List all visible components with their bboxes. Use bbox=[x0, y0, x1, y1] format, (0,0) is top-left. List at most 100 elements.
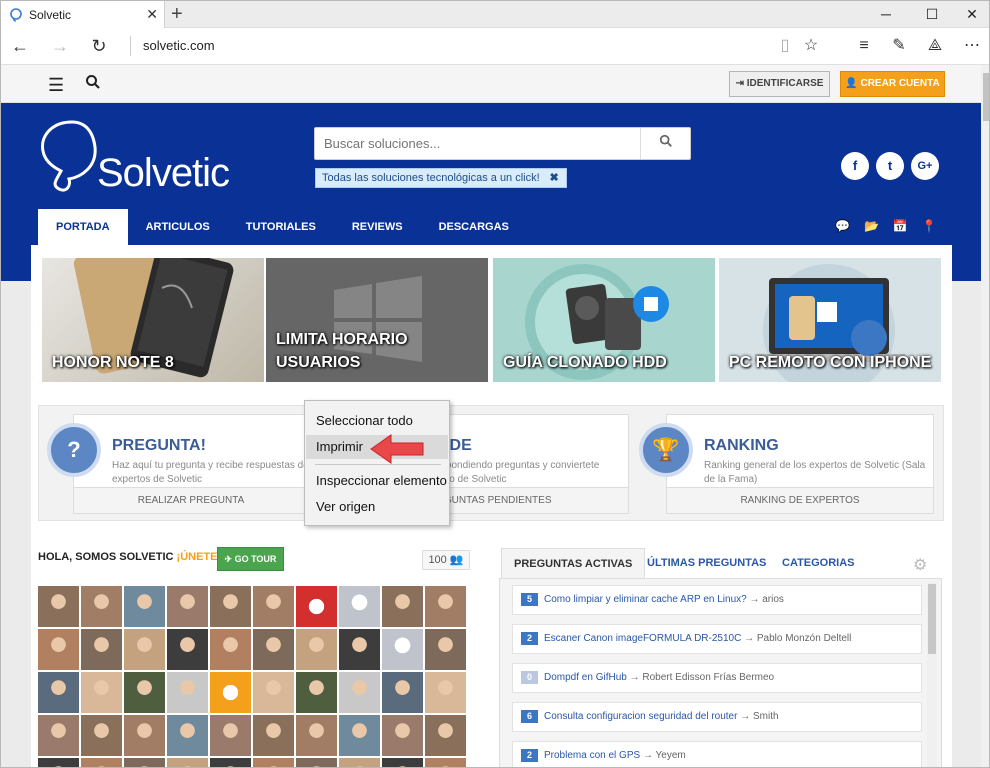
tab-active-questions[interactable]: PREGUNTAS ACTIVAS bbox=[501, 548, 646, 578]
ask-question-button[interactable]: REALIZAR PREGUNTA bbox=[74, 487, 308, 513]
hub-icon[interactable]: ≡ bbox=[851, 34, 877, 58]
member-avatar[interactable] bbox=[253, 629, 294, 670]
member-avatar[interactable] bbox=[425, 586, 466, 627]
member-avatar[interactable] bbox=[81, 715, 122, 756]
question-item[interactable]: 6 Consulta configuracion seguridad del ro… bbox=[512, 702, 922, 732]
member-avatar[interactable] bbox=[124, 629, 165, 670]
nav-reviews[interactable]: REVIEWS bbox=[334, 209, 421, 245]
member-avatar[interactable] bbox=[382, 586, 423, 627]
member-avatar[interactable] bbox=[167, 715, 208, 756]
member-avatar[interactable] bbox=[382, 758, 423, 767]
more-icon[interactable]: ⋯ bbox=[959, 34, 985, 58]
question-item[interactable]: 0 Dompdf en GifHub → Robert Edisson Frías… bbox=[512, 663, 922, 693]
reading-view-icon[interactable]: ▯ bbox=[772, 34, 798, 58]
question-item[interactable]: 5 Como limpiar y eliminar cache ARP en Li… bbox=[512, 585, 922, 615]
member-avatar[interactable] bbox=[339, 758, 380, 767]
question-title[interactable]: Como limpiar y eliminar cache ARP en Lin… bbox=[544, 594, 747, 605]
folder-icon[interactable]: 📂 bbox=[864, 219, 879, 233]
tile-limita-horario[interactable]: LIMITA HORARIO USUARIOS bbox=[266, 258, 488, 382]
member-avatar[interactable] bbox=[38, 715, 79, 756]
member-avatar[interactable] bbox=[38, 758, 79, 767]
page-scroll-thumb[interactable] bbox=[983, 73, 989, 121]
member-avatar[interactable] bbox=[38, 629, 79, 670]
question-item[interactable]: 2 Escaner Canon imageFORMULA DR-2510C → P… bbox=[512, 624, 922, 654]
member-avatar[interactable] bbox=[425, 629, 466, 670]
close-tab-icon[interactable]: ✕ bbox=[146, 6, 158, 23]
nav-portada[interactable]: PORTADA bbox=[38, 209, 128, 245]
nav-tutoriales[interactable]: TUTORIALES bbox=[228, 209, 334, 245]
ranking-button[interactable]: RANKING DE EXPERTOS bbox=[667, 487, 933, 513]
search-icon[interactable] bbox=[85, 74, 101, 90]
member-avatar[interactable] bbox=[81, 758, 122, 767]
close-window-icon[interactable]: ✕ bbox=[949, 1, 989, 28]
member-avatar[interactable] bbox=[167, 629, 208, 670]
google-plus-icon[interactable]: G+ bbox=[911, 152, 939, 180]
go-tour-button[interactable]: ✈ GO TOUR bbox=[217, 547, 284, 571]
new-tab-icon[interactable]: + bbox=[171, 3, 183, 26]
site-search-input[interactable] bbox=[315, 128, 635, 159]
member-avatar[interactable] bbox=[339, 629, 380, 670]
url-field[interactable]: solvetic.com bbox=[143, 38, 215, 53]
member-avatar[interactable] bbox=[253, 672, 294, 713]
member-avatar[interactable] bbox=[339, 672, 380, 713]
member-avatar[interactable] bbox=[339, 715, 380, 756]
login-button[interactable]: ⇥ IDENTIFICARSE bbox=[729, 71, 830, 97]
question-item[interactable]: 2 Problema con el GPS → Yeyem bbox=[512, 741, 922, 767]
web-note-icon[interactable]: ✎ bbox=[886, 34, 912, 58]
member-avatar[interactable] bbox=[210, 586, 251, 627]
member-avatar[interactable] bbox=[210, 629, 251, 670]
question-title[interactable]: Problema con el GPS bbox=[544, 750, 640, 761]
member-avatar[interactable] bbox=[296, 672, 337, 713]
favorite-star-icon[interactable]: ☆ bbox=[798, 34, 824, 58]
twitter-icon[interactable]: t bbox=[876, 152, 904, 180]
pending-questions-button[interactable]: REGUNTAS PENDIENTES bbox=[420, 487, 628, 513]
minimize-icon[interactable]: ─ bbox=[863, 1, 909, 28]
tab-latest-questions[interactable]: ÚLTIMAS PREGUNTAS bbox=[647, 548, 766, 578]
member-avatar[interactable] bbox=[339, 586, 380, 627]
location-icon[interactable]: 📍 bbox=[922, 219, 937, 233]
member-avatar[interactable] bbox=[425, 672, 466, 713]
question-list-scroll-thumb[interactable] bbox=[928, 584, 936, 654]
browser-tab[interactable]: Solvetic ✕ bbox=[1, 1, 165, 28]
menu-view-source[interactable]: Ver origen bbox=[306, 495, 448, 519]
member-avatar[interactable] bbox=[81, 586, 122, 627]
member-avatar[interactable] bbox=[167, 586, 208, 627]
member-avatar[interactable] bbox=[296, 758, 337, 767]
question-title[interactable]: Dompdf en GifHub bbox=[544, 672, 627, 683]
member-avatar[interactable] bbox=[253, 715, 294, 756]
member-avatar[interactable] bbox=[296, 629, 337, 670]
member-avatar[interactable] bbox=[296, 715, 337, 756]
facebook-icon[interactable]: f bbox=[841, 152, 869, 180]
tile-honor-note[interactable]: HONOR NOTE 8 bbox=[42, 258, 264, 382]
nav-articulos[interactable]: ARTICULOS bbox=[128, 209, 228, 245]
member-avatar[interactable] bbox=[124, 672, 165, 713]
member-avatar[interactable] bbox=[167, 672, 208, 713]
tile-guia-clonado[interactable]: GUÍA CLONADO HDD bbox=[493, 258, 715, 382]
question-title[interactable]: Consulta configuracion seguridad del rou… bbox=[544, 711, 737, 722]
member-avatar[interactable] bbox=[425, 758, 466, 767]
site-search-button[interactable] bbox=[640, 128, 690, 159]
member-avatar[interactable] bbox=[38, 586, 79, 627]
forward-icon[interactable]: → bbox=[47, 34, 73, 58]
member-avatar[interactable] bbox=[210, 715, 251, 756]
member-avatar[interactable] bbox=[38, 672, 79, 713]
tab-categories[interactable]: CATEGORIAS bbox=[782, 548, 855, 578]
member-avatar[interactable] bbox=[296, 586, 337, 627]
member-avatar[interactable] bbox=[167, 758, 208, 767]
member-avatar[interactable] bbox=[81, 672, 122, 713]
share-icon[interactable]: ⟁ bbox=[922, 34, 948, 58]
signup-button[interactable]: 👤 CREAR CUENTA bbox=[840, 71, 945, 97]
menu-icon[interactable]: ☰ bbox=[48, 75, 64, 96]
member-avatar[interactable] bbox=[382, 629, 423, 670]
member-avatar[interactable] bbox=[210, 672, 251, 713]
member-avatar[interactable] bbox=[210, 758, 251, 767]
member-avatar[interactable] bbox=[425, 715, 466, 756]
member-avatar[interactable] bbox=[382, 715, 423, 756]
member-avatar[interactable] bbox=[124, 586, 165, 627]
menu-select-all[interactable]: Seleccionar todo bbox=[306, 409, 448, 433]
member-avatar[interactable] bbox=[124, 758, 165, 767]
tile-pc-remoto[interactable]: PC REMOTO CON IPHONE bbox=[719, 258, 941, 382]
menu-inspect-element[interactable]: Inspeccionar elemento bbox=[306, 469, 448, 493]
refresh-icon[interactable]: ↻ bbox=[86, 34, 112, 58]
back-icon[interactable]: ← bbox=[7, 34, 33, 58]
